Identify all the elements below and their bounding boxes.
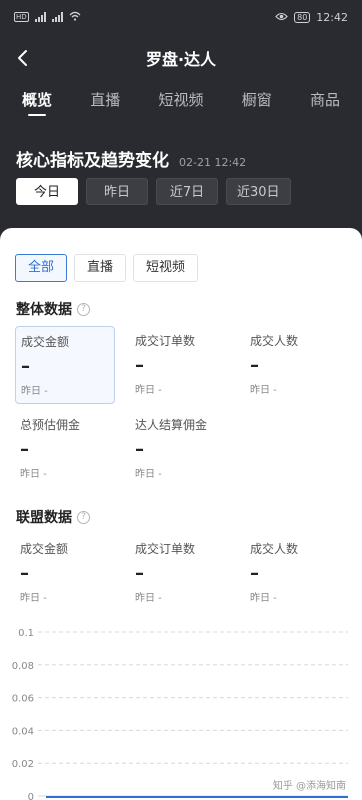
- hd-badge: HD: [14, 12, 29, 22]
- metric-yesterday: 昨日 -: [135, 469, 162, 480]
- signal-icon: [34, 12, 46, 22]
- signal-icon-2: [51, 12, 63, 22]
- help-icon[interactable]: ?: [77, 302, 90, 316]
- alliance-data-title: 联盟数据: [16, 510, 72, 526]
- range-yesterday-button[interactable]: 昨日: [86, 178, 148, 205]
- status-bar: HD 80 12:42: [0, 0, 362, 34]
- metric-yesterday: 昨日 -: [250, 385, 277, 396]
- metric-label: 达人结算佣金: [135, 418, 208, 432]
- metric-yesterday: 昨日 -: [250, 593, 277, 604]
- y-tick-label: 0.04: [12, 726, 34, 737]
- metric-value: –: [20, 439, 29, 460]
- y-tick-label: 0.08: [12, 661, 34, 672]
- y-tick-label: 0: [28, 792, 34, 800]
- y-tick-label: 0.1: [18, 628, 34, 639]
- segment-live-button[interactable]: 直播: [74, 254, 127, 282]
- section-header: 核心指标及趋势变化 02-21 12:42: [16, 146, 246, 171]
- metrics-card: 全部 直播 短视频 整体数据 ? 成交金额 – 昨日 - 成交订单数 – 昨日 …: [0, 228, 362, 800]
- metric-label: 成交订单数: [135, 334, 196, 348]
- overall-data-title: 整体数据: [16, 302, 72, 318]
- metric-card-settled-commission[interactable]: 达人结算佣金 – 昨日 -: [130, 410, 240, 488]
- alliance-metric-orders[interactable]: 成交订单数 – 昨日 -: [130, 534, 230, 612]
- tab-short-video[interactable]: 短视频: [158, 86, 203, 118]
- metric-yesterday: 昨日 -: [135, 593, 162, 604]
- metric-yesterday: 昨日 -: [20, 593, 47, 604]
- watermark: 知乎 @添海知南: [272, 781, 346, 792]
- metric-value: –: [21, 356, 30, 377]
- metric-value: –: [135, 563, 144, 584]
- wifi-icon: [69, 11, 81, 24]
- metric-label: 成交金额: [20, 542, 69, 556]
- y-tick-label: 0.06: [12, 694, 34, 705]
- metric-yesterday: 昨日 -: [21, 386, 48, 397]
- main-tabs: 概览 直播 短视频 橱窗 商品: [0, 86, 362, 126]
- metric-label: 成交人数: [250, 334, 299, 348]
- status-right: 80 12:42: [275, 11, 348, 24]
- metric-card-orders[interactable]: 成交订单数 – 昨日 -: [130, 326, 230, 404]
- metric-value: –: [135, 355, 144, 376]
- metric-label: 总预估佣金: [20, 418, 81, 432]
- metric-card-buyers[interactable]: 成交人数 – 昨日 -: [245, 326, 345, 404]
- date-range-selector: 今日 昨日 近7日 近30日: [16, 178, 291, 205]
- content-type-selector: 全部 直播 短视频: [15, 254, 199, 282]
- tab-products[interactable]: 商品: [310, 86, 340, 118]
- trend-chart: 0.1 0.08 0.06 0.04 0.02 0: [12, 628, 348, 800]
- metric-yesterday: 昨日 -: [135, 385, 162, 396]
- metric-value: –: [135, 439, 144, 460]
- battery-icon: 80: [294, 11, 311, 23]
- section-title: 核心指标及趋势变化: [16, 151, 169, 171]
- metric-label: 成交人数: [250, 542, 299, 556]
- overall-data-heading: 整体数据 ?: [16, 299, 90, 319]
- help-icon[interactable]: ?: [77, 510, 90, 524]
- range-30days-button[interactable]: 近30日: [226, 178, 291, 205]
- metric-value: –: [20, 563, 29, 584]
- metric-card-gmv[interactable]: 成交金额 – 昨日 -: [15, 326, 115, 404]
- segment-all-button[interactable]: 全部: [15, 254, 68, 282]
- metric-value: –: [250, 563, 259, 584]
- metric-label: 成交订单数: [135, 542, 196, 556]
- chevron-left-icon: [18, 50, 27, 66]
- page-title: 罗盘·达人: [145, 50, 217, 69]
- clock-time: 12:42: [316, 10, 348, 24]
- segment-short-video-button[interactable]: 短视频: [133, 254, 199, 282]
- metric-value: –: [250, 355, 259, 376]
- section-timestamp: 02-21 12:42: [179, 156, 247, 169]
- nav-bar: 罗盘·达人: [0, 40, 362, 76]
- alliance-data-heading: 联盟数据 ?: [16, 507, 90, 527]
- tab-overview[interactable]: 概览: [22, 86, 52, 118]
- eye-icon: [275, 11, 288, 24]
- metric-card-est-commission[interactable]: 总预估佣金 – 昨日 -: [15, 410, 115, 488]
- metric-yesterday: 昨日 -: [20, 469, 47, 480]
- status-left: HD: [14, 11, 81, 24]
- range-7days-button[interactable]: 近7日: [156, 178, 218, 205]
- alliance-metric-gmv[interactable]: 成交金额 – 昨日 -: [15, 534, 115, 612]
- range-today-button[interactable]: 今日: [16, 178, 78, 205]
- alliance-metric-buyers[interactable]: 成交人数 – 昨日 -: [245, 534, 345, 612]
- tab-live[interactable]: 直播: [90, 86, 120, 118]
- metric-label: 成交金额: [21, 335, 70, 349]
- tab-showcase[interactable]: 橱窗: [242, 86, 272, 118]
- y-tick-label: 0.02: [12, 759, 34, 770]
- back-button[interactable]: [10, 46, 34, 70]
